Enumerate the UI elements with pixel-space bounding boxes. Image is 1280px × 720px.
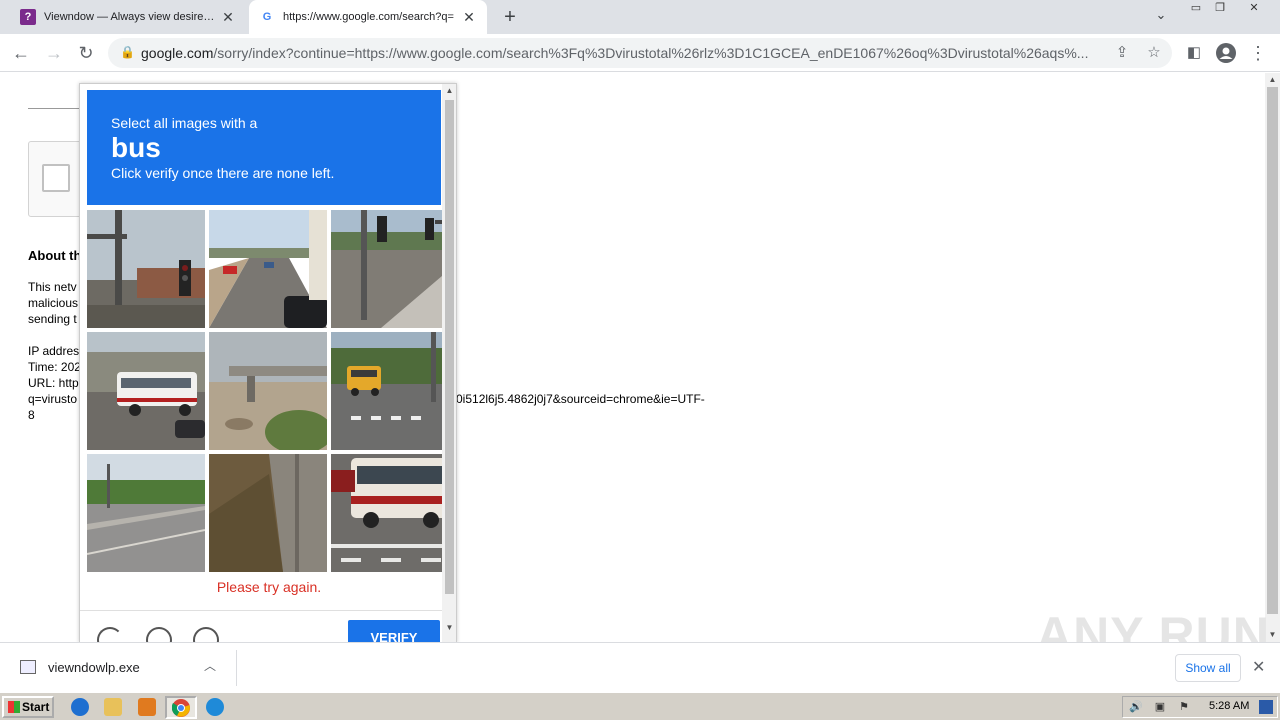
scroll-up-icon[interactable]: ▲	[442, 84, 456, 98]
scrollbar-thumb[interactable]	[445, 100, 454, 594]
start-label: Start	[22, 700, 50, 714]
edge-icon[interactable]	[206, 698, 224, 716]
close-icon[interactable]: ✕	[461, 9, 477, 26]
reload-icon[interactable]	[97, 627, 123, 642]
page-text-line: IP addres	[28, 344, 80, 358]
side-panel-icon[interactable]: ◧	[1182, 41, 1206, 65]
headphones-icon[interactable]	[146, 627, 172, 642]
page-scrollbar[interactable]: ▲ ▼	[1265, 73, 1280, 642]
lock-icon: 🔒	[120, 45, 135, 59]
image-tile-red-white-bus[interactable]	[331, 454, 449, 572]
forward-arrow-icon[interactable]: →	[42, 41, 66, 65]
window-close-icon[interactable]: ✕	[1244, 1, 1264, 15]
restore-icon[interactable]: ❐	[1210, 1, 1230, 15]
reload-icon[interactable]: ↻	[74, 41, 98, 65]
page-text-line: URL: http	[28, 376, 79, 390]
windows-logo-icon	[8, 701, 20, 713]
tab-title: Viewndow — Always view desired wi	[44, 11, 220, 23]
download-bar: viewndowlp.exe ︿ Show all ✕	[0, 642, 1280, 692]
internet-explorer-icon[interactable]	[71, 698, 89, 716]
network-icon[interactable]: ▣	[1153, 700, 1167, 714]
tab-title: https://www.google.com/search?q=	[283, 11, 454, 23]
image-tile-sidewalk-corner[interactable]	[331, 210, 449, 328]
scroll-down-icon[interactable]: ▼	[442, 621, 456, 635]
image-tile-concrete-wall[interactable]	[209, 454, 327, 572]
show-all-button[interactable]: Show all	[1175, 654, 1241, 682]
close-icon[interactable]: ✕	[1252, 657, 1265, 677]
image-tile-open-road[interactable]	[87, 454, 205, 572]
close-icon[interactable]: ✕	[220, 9, 236, 26]
minimize-icon[interactable]: ▭	[1186, 1, 1206, 15]
back-arrow-icon[interactable]: ←	[9, 41, 33, 65]
chevron-up-icon[interactable]: ︿	[204, 657, 216, 674]
recaptcha-challenge: Select all images with a bus Click verif…	[79, 83, 457, 643]
divider	[28, 108, 80, 109]
taskbar: Start 🔊 ▣ ⚑ 5:28 AM	[0, 692, 1280, 720]
tab-viewndow[interactable]: ? Viewndow — Always view desired wi ✕	[10, 0, 246, 34]
google-icon: G	[262, 11, 272, 23]
challenge-scrollbar[interactable]: ▲ ▼	[442, 84, 456, 642]
chrome-taskbar-button[interactable]	[165, 696, 197, 719]
error-message: Please try again.	[216, 579, 322, 595]
image-tile-road-traffic-cars[interactable]	[209, 210, 327, 328]
more-menu-icon[interactable]: ⋮	[1246, 41, 1270, 65]
share-icon[interactable]: ⇪	[1112, 43, 1132, 63]
page-text-line: Time: 202	[28, 360, 81, 374]
show-desktop-icon[interactable]	[1259, 700, 1273, 714]
new-tab-button[interactable]: +	[498, 5, 522, 29]
challenge-subtext: Click verify once there are none left.	[111, 165, 335, 181]
clock: 5:28 AM	[1209, 700, 1250, 712]
page-text-line: sending t	[28, 312, 77, 326]
divider	[236, 650, 237, 686]
exe-file-icon	[20, 660, 36, 674]
profile-avatar-icon[interactable]	[1214, 41, 1238, 65]
flag-icon[interactable]: ⚑	[1177, 700, 1191, 714]
image-tile-yellow-school-bus[interactable]	[331, 332, 449, 450]
start-button[interactable]: Start	[2, 696, 54, 718]
viewndow-icon: ?	[20, 9, 36, 25]
chevron-down-icon[interactable]: ⌄	[1150, 7, 1172, 27]
speaker-icon[interactable]: 🔊	[1129, 700, 1143, 714]
browser-toolbar: ← → ↻ 🔒 google.com/sorry/index?continue=…	[0, 34, 1280, 72]
system-tray: 🔊 ▣ ⚑ 5:28 AM	[1122, 696, 1278, 718]
bookmark-star-icon[interactable]: ☆	[1144, 43, 1164, 63]
page-text-line: malicious	[28, 296, 79, 310]
image-grid	[87, 210, 449, 574]
page-text-line: This netv	[28, 280, 77, 294]
recaptcha-checkbox[interactable]	[42, 164, 70, 192]
scrollbar-thumb[interactable]	[1267, 87, 1278, 614]
url-continuation: 0i512l6j5.4862j0j7&sourceid=chrome&ie=UT…	[456, 392, 705, 406]
tab-strip: ? Viewndow — Always view desired wi ✕ G …	[0, 0, 1280, 34]
about-heading: About th	[28, 248, 82, 263]
challenge-instruction: Select all images with a	[111, 115, 258, 131]
chrome-icon	[172, 699, 190, 717]
download-filename[interactable]: viewndowlp.exe	[48, 660, 140, 675]
folder-icon[interactable]	[104, 698, 122, 716]
info-icon[interactable]	[193, 627, 219, 642]
address-url[interactable]: google.com/sorry/index?continue=https://…	[141, 45, 1106, 61]
divider	[80, 610, 443, 611]
address-bar[interactable]: 🔒 google.com/sorry/index?continue=https:…	[108, 38, 1172, 68]
tab-google-search[interactable]: G https://www.google.com/search?q= ✕	[249, 0, 487, 34]
verify-button[interactable]: VERIFY	[348, 620, 440, 642]
image-tile-overpass-desert[interactable]	[209, 332, 327, 450]
scroll-up-icon[interactable]: ▲	[1265, 73, 1280, 87]
page-text-line: q=virusto	[28, 392, 78, 406]
page-text-line: 8	[28, 408, 35, 422]
address-path: /sorry/index?continue=https://www.google…	[213, 45, 1089, 61]
address-host: google.com	[141, 45, 214, 61]
media-player-icon[interactable]	[138, 698, 156, 716]
challenge-target: bus	[111, 132, 161, 163]
challenge-header: Select all images with a bus Click verif…	[87, 90, 441, 205]
image-tile-white-bus-parking[interactable]	[87, 332, 205, 450]
image-tile-traffic-light-pole[interactable]	[87, 210, 205, 328]
